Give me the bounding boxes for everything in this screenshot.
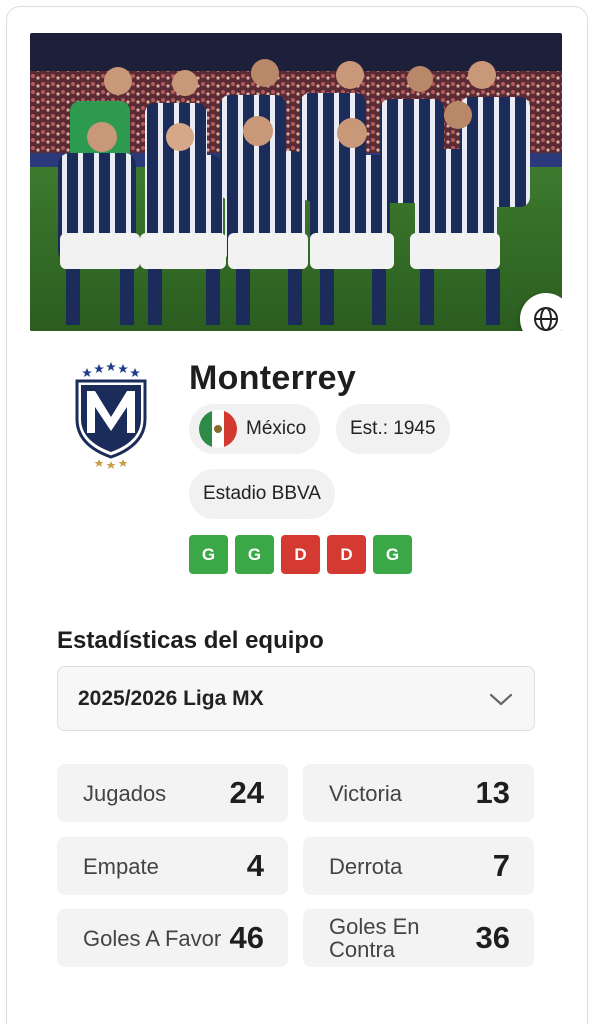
form-badge: D xyxy=(281,535,320,574)
stat-label: Jugados xyxy=(83,780,167,806)
stat-played: Jugados 24 xyxy=(57,764,288,822)
country-label: México xyxy=(246,418,307,439)
stat-value: 7 xyxy=(492,848,510,883)
season-selected-value: 2025/2026 Liga MX xyxy=(78,686,264,710)
stat-value: 46 xyxy=(229,920,264,955)
stat-draws: Empate 4 xyxy=(57,837,288,895)
stat-goals-for: Goles A Favor 46 xyxy=(57,909,288,967)
stat-value: 13 xyxy=(475,775,510,810)
globe-icon xyxy=(534,307,558,331)
recent-form: GGDDG xyxy=(189,535,412,574)
stat-label: Victoria xyxy=(329,780,402,806)
stat-value: 24 xyxy=(229,775,264,810)
stadium-chip[interactable]: Estadio BBVA xyxy=(189,469,335,519)
established-label: Est.: 1945 xyxy=(350,418,436,439)
form-badge: D xyxy=(327,535,366,574)
form-badge: G xyxy=(235,535,274,574)
stats-section-title: Estadísticas del equipo xyxy=(57,627,324,654)
stat-losses: Derrota 7 xyxy=(303,837,534,895)
mexico-flag-icon xyxy=(199,410,237,448)
form-badge: G xyxy=(189,535,228,574)
team-photo xyxy=(30,33,562,331)
form-badge: G xyxy=(373,535,412,574)
stat-label: Empate xyxy=(83,853,159,879)
team-crest xyxy=(71,359,151,471)
stat-label: Derrota xyxy=(329,853,403,879)
stat-label: Goles A Favor xyxy=(83,925,222,951)
stat-value: 36 xyxy=(475,920,510,955)
team-card: Monterrey México Est.: 1945 Estadio BBVA… xyxy=(6,6,588,1024)
stadium-label: Estadio BBVA xyxy=(203,483,321,504)
team-name: Monterrey xyxy=(189,359,357,397)
stat-label: Goles En Contra xyxy=(329,914,420,962)
stat-value: 4 xyxy=(246,848,264,883)
stat-wins: Victoria 13 xyxy=(303,764,534,822)
country-chip[interactable]: México xyxy=(189,404,321,454)
season-dropdown[interactable]: 2025/2026 Liga MX xyxy=(57,666,535,731)
chevron-down-icon xyxy=(489,693,513,705)
established-chip: Est.: 1945 xyxy=(336,404,450,454)
stat-goals-against: Goles En Contra 36 xyxy=(303,909,534,967)
